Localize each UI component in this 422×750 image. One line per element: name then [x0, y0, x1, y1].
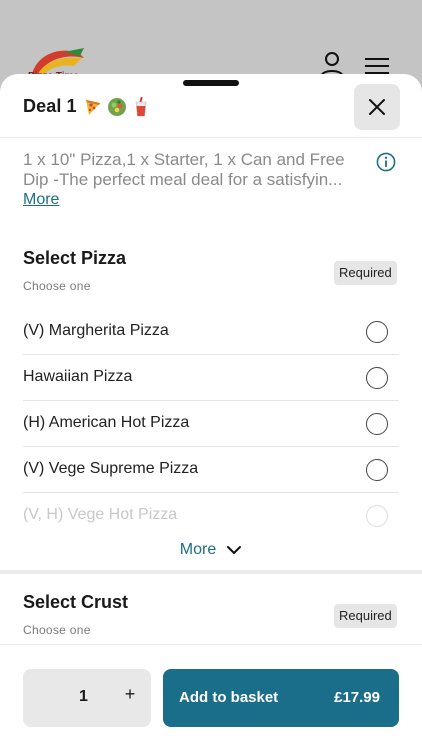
close-button[interactable] — [354, 84, 400, 130]
pizza-option[interactable]: (H) American Hot Pizza — [23, 401, 399, 447]
increment-button[interactable]: + — [119, 684, 141, 708]
section-divider — [0, 570, 422, 574]
more-options-button[interactable]: More — [0, 538, 422, 562]
pizza-option-label: (V) Margherita Pizza — [23, 322, 169, 339]
pizza-option[interactable]: Hawaiian Pizza — [23, 355, 399, 401]
radio-button[interactable] — [366, 413, 388, 435]
add-to-basket-label: Add to basket — [179, 689, 279, 706]
pizza-option-label: (V, H) Vege Hot Pizza — [23, 506, 178, 523]
select-crust-title: Select Crust — [23, 592, 129, 612]
hamburger-menu-icon[interactable] — [364, 56, 390, 76]
deal-description-line-1: 1 x 10" Pizza,1 x Starter, 1 x Can and F… — [23, 150, 345, 169]
info-icon[interactable] — [376, 152, 396, 172]
pizza-option[interactable]: (V, H) Vege Hot Pizza — [23, 493, 399, 539]
radio-button[interactable] — [366, 505, 388, 527]
pizza-option[interactable]: (V) Margherita Pizza — [23, 309, 399, 355]
sheet-header: Deal 1 — [0, 74, 422, 138]
deal-title-text: Deal 1 — [23, 96, 77, 116]
sheet-footer: 1 + Add to basket £17.99 — [0, 644, 422, 750]
pizza-option-label: (V) Vege Supreme Pizza — [23, 460, 199, 477]
salad-emoji-icon — [107, 97, 126, 116]
pizza-option-label: (H) American Hot Pizza — [23, 414, 190, 431]
select-pizza-subtitle: Choose one — [23, 279, 91, 293]
select-pizza-required-badge: Required — [334, 261, 397, 285]
deal-description-line-2: Dip -The perfect meal deal for a satisfy… — [23, 170, 343, 189]
select-crust-subtitle: Choose one — [23, 623, 91, 637]
pizza-option-label: Hawaiian Pizza — [23, 368, 133, 385]
radio-button[interactable] — [366, 459, 388, 481]
select-crust-required-badge: Required — [334, 604, 397, 628]
deal-description: 1 x 10" Pizza,1 x Starter, 1 x Can and F… — [23, 150, 363, 190]
pizza-option[interactable]: (V) Vege Supreme Pizza — [23, 447, 399, 493]
total-price: £17.99 — [334, 689, 380, 706]
quantity-value: 1 — [79, 688, 88, 705]
select-pizza-title: Select Pizza — [23, 248, 127, 268]
add-to-basket-button[interactable]: Add to basket £17.99 — [163, 669, 399, 727]
deal-sheet: Deal 1 1 x 10" Pizza,1 x Starter, 1 x Ca… — [0, 74, 422, 750]
description-more-link[interactable]: More — [23, 191, 59, 209]
close-icon — [369, 99, 385, 115]
drink-emoji-icon — [135, 96, 146, 116]
more-options-label: More — [179, 541, 217, 558]
chevron-down-icon — [227, 546, 242, 554]
pizza-emoji-icon — [85, 99, 100, 115]
radio-button[interactable] — [366, 367, 388, 389]
deal-title: Deal 1 — [23, 96, 151, 117]
radio-button[interactable] — [366, 321, 388, 343]
quantity-stepper: 1 + — [23, 669, 151, 727]
